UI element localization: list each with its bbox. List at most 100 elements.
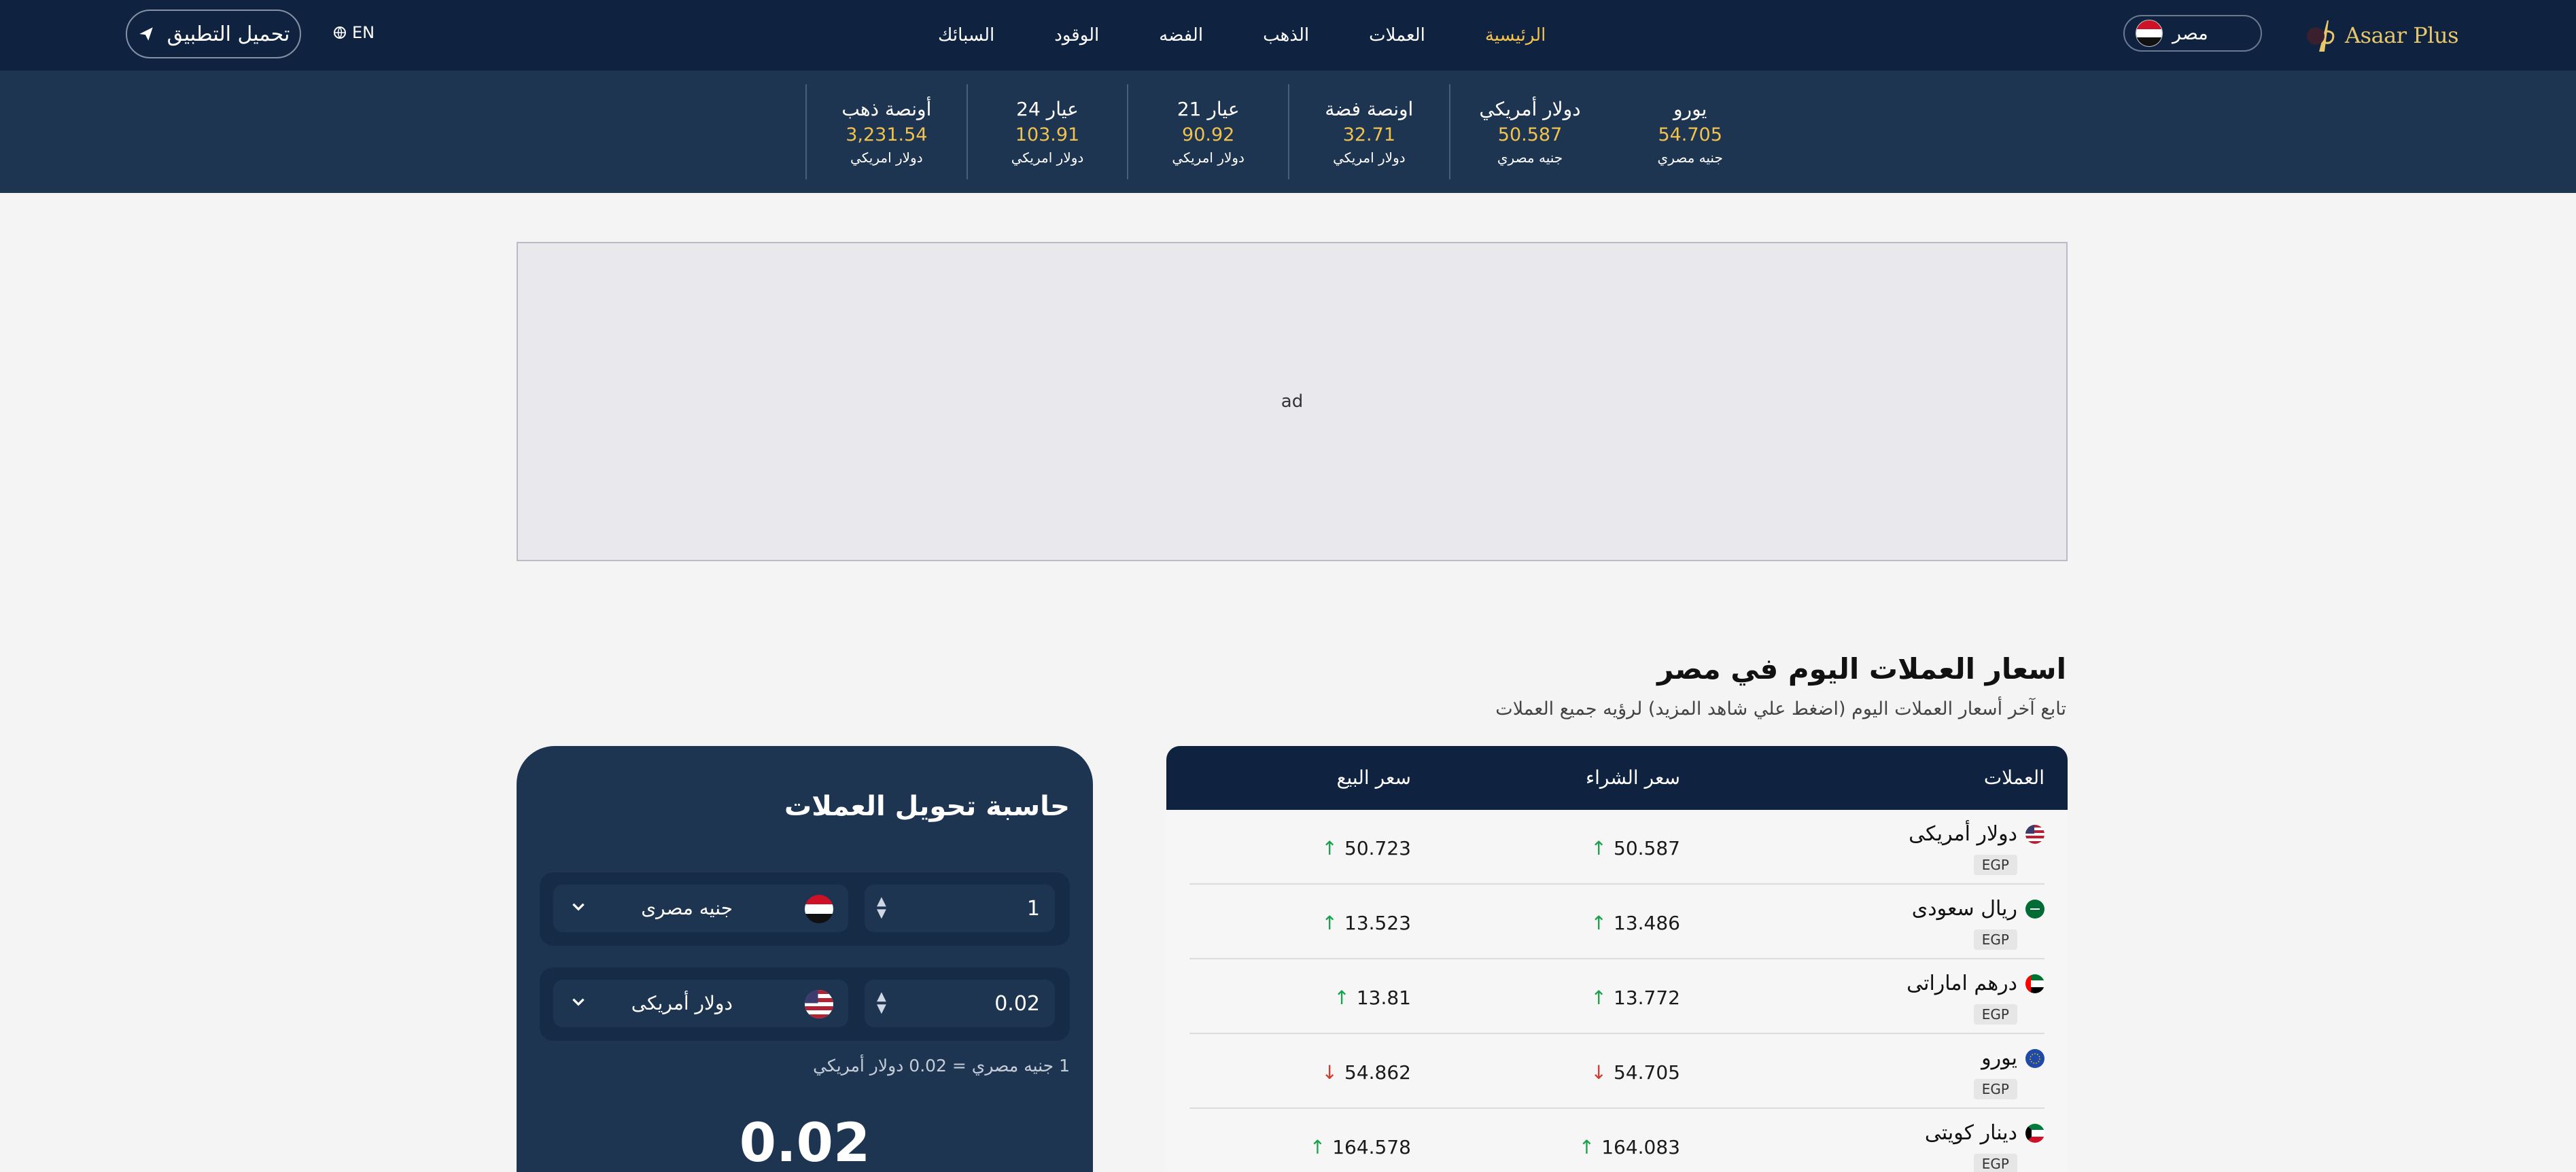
download-app-label: تحميل التطبيق	[167, 22, 290, 46]
arrow-up-icon: ↑	[1321, 837, 1338, 859]
from-amount-value: 1	[1026, 896, 1040, 921]
number-stepper-icon[interactable]: ▲ ▼	[877, 991, 886, 1015]
ticker-item[interactable]: يورو 54.705 جنيه مصري	[1609, 84, 1771, 179]
language-switch[interactable]: EN	[333, 23, 375, 42]
brand-name: Asaar Plus	[2345, 22, 2458, 48]
conversion-result: 0.02	[739, 1113, 871, 1172]
conversion-note: 1 جنيه مصري = 0.02 دولار أمريكي	[813, 1056, 1070, 1076]
country-select[interactable]: مصر	[2123, 15, 2262, 52]
header-buy: سعر الشراء	[1585, 766, 1680, 789]
ticker-item[interactable]: عيار 21 90.92 دولار امريكي	[1127, 84, 1288, 179]
currency-name: ريال سعودى	[1911, 897, 2017, 921]
ticker-unit: دولار امريكي	[1011, 149, 1084, 166]
send-icon	[139, 27, 153, 41]
ticker-value: 32.71	[1342, 124, 1395, 145]
table-row[interactable]: ريال سعودى EGP ↑ 13.486 ↑ 13.523	[1189, 885, 2044, 959]
ticker-title: دولار أمريكي	[1479, 98, 1581, 120]
currency-code-badge: EGP	[1973, 1004, 2017, 1025]
ticker-title: أونصة ذهب	[841, 98, 932, 120]
ticker-title: اونصة فضة	[1325, 98, 1414, 120]
buy-price: 13.486	[1614, 912, 1680, 934]
ad-placeholder[interactable]: ad	[517, 242, 2068, 561]
table-row[interactable]: درهم اماراتى EGP ↑ 13.772 ↑ 13.81	[1189, 959, 2044, 1034]
arrow-up-icon: ↑	[1590, 837, 1607, 859]
ticker-title: عيار 21	[1177, 98, 1240, 120]
nav-link-silver[interactable]: الفضه	[1159, 25, 1203, 46]
arrow-up-icon: ↑	[1590, 987, 1607, 1009]
from-currency-select[interactable]: جنيه مصرى	[553, 885, 848, 932]
currency-name: دولار أمريكى	[1909, 822, 2017, 846]
arrow-up-icon: ↑	[1334, 987, 1350, 1009]
arrow-up-icon: ↑	[1590, 912, 1607, 934]
ticker-title: عيار 24	[1016, 98, 1079, 120]
sell-price: 13.81	[1356, 987, 1411, 1009]
us-flag-icon	[2025, 824, 2044, 844]
arrow-up-icon: ↑	[1578, 1136, 1595, 1158]
to-currency-select[interactable]: دولار أمريكى	[553, 980, 848, 1027]
egypt-flag-icon	[805, 895, 833, 923]
ticker-item[interactable]: اونصة فضة 32.71 دولار امريكي	[1288, 84, 1449, 179]
price-ticker: أونصة ذهب 3,231.54 دولار امريكي عيار 24 …	[0, 71, 2576, 193]
number-stepper-icon[interactable]: ▲ ▼	[877, 895, 886, 920]
sell-price: 50.723	[1344, 837, 1411, 859]
currency-name: درهم اماراتى	[1907, 972, 2017, 995]
sell-price: 13.523	[1344, 912, 1411, 934]
table-row[interactable]: دينار كويتى EGP ↑ 164.083 ↑ 164.578	[1189, 1109, 2044, 1172]
table-row[interactable]: دولار أمريكى EGP ↑ 50.587 ↑ 50.723	[1189, 810, 2044, 885]
ticker-item[interactable]: دولار أمريكي 50.587 جنيه مصري	[1448, 84, 1610, 179]
nav-link-bullion[interactable]: السبائك	[938, 25, 994, 46]
sell-price: 54.862	[1344, 1061, 1411, 1084]
ticker-unit: جنيه مصري	[1657, 149, 1723, 166]
converter-to-row: 0.02 ▲ ▼ دولار أمريكى	[540, 967, 1070, 1041]
nav-link-fuel[interactable]: الوقود	[1054, 25, 1099, 46]
currency-code-badge: EGP	[1973, 1079, 2017, 1099]
nav-link-gold[interactable]: الذهب	[1263, 25, 1309, 46]
eu-flag-icon	[2025, 1048, 2044, 1068]
currency-converter: حاسبة تحويل العملات 1 ▲ ▼ جنيه مصرى 0.02 …	[517, 746, 1093, 1172]
buy-price: 164.083	[1601, 1136, 1680, 1158]
ticker-title: يورو	[1673, 98, 1707, 120]
brand-logo[interactable]: Asaar Plus	[2315, 15, 2458, 56]
to-currency-label: دولار أمريكى	[631, 992, 733, 1014]
arrow-down-icon: ↓	[1590, 1061, 1607, 1084]
currency-name: دينار كويتى	[1924, 1121, 2017, 1145]
table-header: العملات سعر الشراء سعر البيع	[1166, 746, 2068, 810]
section-subtitle: تابع آخر أسعار العملات اليوم (اضغط علي ش…	[1495, 698, 2066, 720]
currency-code-badge: EGP	[1973, 855, 2017, 875]
ticker-value: 54.705	[1658, 124, 1722, 145]
ticker-unit: دولار امريكي	[1172, 149, 1245, 166]
download-app-button[interactable]: تحميل التطبيق	[126, 10, 301, 58]
ticker-item[interactable]: عيار 24 103.91 دولار امريكي	[966, 84, 1128, 179]
currency-code-badge: EGP	[1973, 929, 2017, 950]
converter-from-row: 1 ▲ ▼ جنيه مصرى	[540, 872, 1070, 946]
section-title: اسعار العملات اليوم في مصر	[1657, 652, 2066, 686]
converter-title: حاسبة تحويل العملات	[784, 791, 1070, 822]
buy-price: 54.705	[1614, 1061, 1680, 1084]
nav-link-currencies[interactable]: العملات	[1369, 25, 1425, 46]
currency-code-badge: EGP	[1973, 1154, 2017, 1172]
chevron-down-icon	[2141, 29, 2153, 37]
from-amount-input[interactable]: 1 ▲ ▼	[865, 885, 1055, 932]
status-dot	[2307, 27, 2325, 45]
language-label: EN	[352, 23, 375, 42]
currency-rates-table: العملات سعر الشراء سعر البيع دولار أمريك…	[1166, 746, 2068, 1172]
buy-price: 13.772	[1614, 987, 1680, 1009]
ad-label: ad	[1281, 391, 1304, 412]
ticker-item[interactable]: أونصة ذهب 3,231.54 دولار امريكي	[805, 84, 967, 179]
nav-link-home[interactable]: الرئيسية	[1485, 25, 1546, 46]
header-sell: سعر البيع	[1336, 766, 1411, 789]
globe-icon	[334, 26, 346, 39]
ticker-value: 3,231.54	[846, 124, 928, 145]
arrow-down-icon: ↓	[1321, 1061, 1338, 1084]
header-currency: العملات	[1983, 766, 2044, 789]
table-row[interactable]: يورو EGP ↓ 54.705 ↓ 54.862	[1189, 1034, 2044, 1109]
ticker-unit: جنيه مصري	[1497, 149, 1563, 166]
buy-price: 50.587	[1614, 837, 1680, 859]
to-amount-input[interactable]: 0.02 ▲ ▼	[865, 980, 1055, 1027]
ticker-value: 103.91	[1015, 124, 1080, 145]
sa-flag-icon	[2025, 899, 2044, 919]
ae-flag-icon	[2025, 974, 2044, 993]
arrow-up-icon: ↑	[1321, 912, 1338, 934]
from-currency-label: جنيه مصرى	[641, 897, 733, 919]
currency-name: يورو	[1981, 1046, 2017, 1070]
